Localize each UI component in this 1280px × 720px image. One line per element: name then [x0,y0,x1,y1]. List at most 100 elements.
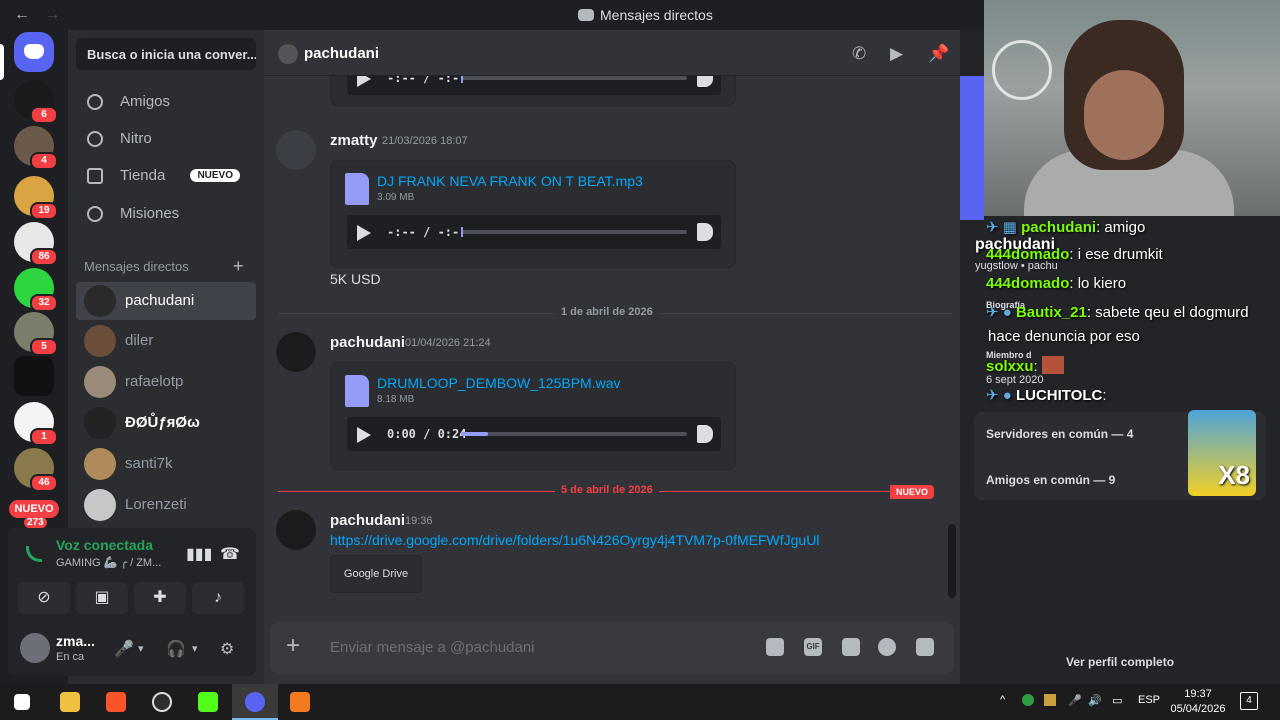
chat-user: pachudani [1021,219,1097,236]
home-dm-button[interactable] [14,32,54,72]
dm-item[interactable]: ÐØŮƒяØω [76,404,256,442]
search-button[interactable]: Busca o inicia una conver... [76,38,256,70]
gif-icon[interactable]: GIF [804,638,822,656]
file-name-link[interactable]: DJ FRANK NEVA FRANK ON T BEAT.mp3 [377,173,643,189]
mutual-friends-row[interactable]: Amigos en común — 9 [986,473,1115,487]
user-name[interactable]: zma... [56,633,95,649]
voice-status[interactable]: Voz conectada [56,537,153,553]
dm-item[interactable]: pachudani [76,282,256,320]
new-servers-pill[interactable]: NUEVO [9,500,59,518]
obs-icon[interactable] [152,692,172,712]
seek-knob[interactable] [461,76,463,83]
server-icon[interactable]: 32 [14,268,58,312]
file-name-link[interactable]: DRUMLOOP_DEMBOW_125BPM.wav [377,375,621,391]
server-icon[interactable]: 46 [14,448,58,492]
seek-bar[interactable] [461,227,687,237]
notifications-icon[interactable]: 4 [1240,692,1258,710]
mutual-servers-row[interactable]: Servidores en común — 4 [986,427,1133,441]
header-avatar [278,44,298,64]
server-icon[interactable]: 19 [14,176,58,220]
create-dm-plus-icon[interactable]: + [233,256,244,277]
soundboard-button[interactable]: ♪ [192,582,244,614]
message-author[interactable]: pachudani [330,334,405,351]
link-embed[interactable]: Google Drive [330,555,422,593]
windows-start-icon[interactable] [14,694,30,710]
server-icon[interactable]: 6 [14,80,58,124]
dm-item[interactable]: diler [76,322,256,360]
discord-icon [578,9,594,21]
dm-item[interactable]: rafaelotp [76,363,256,401]
chat-msg: : [1102,387,1107,404]
chat-title[interactable]: pachudani [304,45,379,62]
video-call-icon[interactable]: ▶ [890,44,903,64]
server-icon[interactable]: 86 [14,222,58,266]
nav-shop[interactable]: Tienda NUEVO [76,158,256,194]
server-icon[interactable]: 1 [14,402,58,446]
fl-studio-icon[interactable] [290,692,310,712]
user-avatar[interactable] [20,633,50,663]
dm-item[interactable]: Lorenzeti [76,486,256,524]
tray-app-icon[interactable] [1022,694,1034,706]
brave-browser-icon[interactable] [106,692,126,712]
gift-icon[interactable] [766,638,784,656]
message-input[interactable]: Enviar mensaje a @pachudani [330,639,535,656]
camera-off-button[interactable]: ⊘ [18,582,70,614]
noise-suppression-icon[interactable]: ▮▮▮ [186,544,212,564]
forward-arrow-icon[interactable]: → [44,6,60,23]
volume-icon[interactable]: 🔊 [1088,694,1102,707]
sticker-icon[interactable] [842,638,860,656]
play-icon[interactable] [357,427,371,443]
voice-channel[interactable]: GAMING 🦾 ╭ / ZM... [56,556,161,569]
message-composer: + Enviar mensaje a @pachudani GIF [270,622,954,674]
seek-bar[interactable] [461,432,687,436]
nav-friends[interactable]: Amigos [76,84,256,120]
disconnect-icon[interactable]: ☎ [220,544,240,564]
message-author[interactable]: zmatty [330,132,378,149]
language-indicator[interactable]: ESP [1138,694,1160,706]
server-icon-kick[interactable] [14,356,54,396]
tray-chevron-icon[interactable]: ^ [1000,694,1005,706]
view-full-profile-link[interactable]: Ver perfil completo [1066,655,1174,669]
pin-icon[interactable]: 📌 [928,44,949,64]
new-messages-tag: NUEVO [890,485,935,499]
author-avatar[interactable] [276,130,316,170]
seek-bar[interactable] [461,76,687,83]
network-icon[interactable]: ▭ [1112,694,1122,707]
file-explorer-icon[interactable] [60,692,80,712]
system-clock[interactable]: 19:37 05/04/2026 [1168,687,1228,717]
play-icon[interactable] [357,76,371,87]
play-icon[interactable] [357,225,371,241]
nav-quests[interactable]: Misiones [76,196,256,232]
screen-share-button[interactable]: ▣ [76,582,128,614]
settings-gear-icon[interactable]: ⚙ [220,639,234,659]
author-avatar[interactable] [276,332,316,372]
back-arrow-icon[interactable]: ← [14,6,30,23]
volume-icon[interactable] [697,223,713,241]
mic-icon[interactable]: 🎤 [114,639,134,659]
emoji-icon[interactable] [878,638,896,656]
message-author[interactable]: pachudani [330,512,405,529]
discord-taskbar-icon[interactable] [245,692,265,712]
dm-item[interactable]: santi7k [76,445,256,483]
tray-app-icon[interactable] [1044,694,1056,706]
apps-icon[interactable] [916,638,934,656]
signal-icon[interactable] [26,546,42,562]
headphones-icon[interactable]: 🎧 [166,639,186,659]
activities-button[interactable]: ✚ [134,582,186,614]
mic-options-chevron-icon[interactable]: ▾ [138,642,144,655]
volume-icon[interactable] [697,76,713,87]
tray-mic-icon[interactable]: 🎤 [1068,694,1082,707]
headphones-options-chevron-icon[interactable]: ▾ [192,642,198,655]
add-attachment-icon[interactable]: + [286,634,300,658]
volume-icon[interactable] [697,425,713,443]
call-icon[interactable]: ✆ [852,44,866,64]
seek-knob[interactable] [461,227,463,237]
server-icon[interactable]: 5 [14,312,58,356]
nav-nitro[interactable]: Nitro [76,121,256,157]
scrollbar-thumb[interactable] [948,524,956,598]
server-icon[interactable]: 4 [14,126,58,170]
avatar [84,407,116,439]
kick-icon[interactable] [198,692,218,712]
message-link[interactable]: https://drive.google.com/drive/folders/1… [330,532,819,548]
author-avatar[interactable] [276,510,316,550]
